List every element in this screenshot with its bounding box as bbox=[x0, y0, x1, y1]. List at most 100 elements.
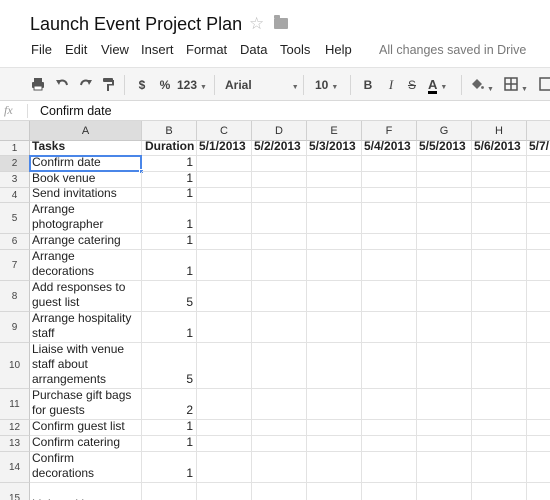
cell-h7[interactable] bbox=[472, 250, 527, 281]
cell-f10[interactable] bbox=[362, 343, 417, 389]
cell-e10[interactable] bbox=[307, 343, 362, 389]
cell-d1[interactable]: 5/2/2013 bbox=[252, 141, 307, 156]
cell-i2[interactable] bbox=[527, 156, 550, 172]
cell-c3[interactable] bbox=[197, 172, 252, 188]
cell-f13[interactable] bbox=[362, 436, 417, 452]
cell-h2[interactable] bbox=[472, 156, 527, 172]
cell-f12[interactable] bbox=[362, 420, 417, 436]
cell-c9[interactable] bbox=[197, 312, 252, 343]
text-color-button[interactable]: A ▼ bbox=[428, 77, 456, 94]
cell-g15[interactable] bbox=[417, 483, 472, 500]
cell-c5[interactable] bbox=[197, 203, 252, 234]
cell-d4[interactable] bbox=[252, 188, 307, 203]
cell-f6[interactable] bbox=[362, 234, 417, 250]
spreadsheet-grid[interactable]: ABCDEFGHI 1TasksDuration5/1/20135/2/2013… bbox=[0, 121, 550, 500]
cell-d5[interactable] bbox=[252, 203, 307, 234]
cell-d12[interactable] bbox=[252, 420, 307, 436]
cell-b15[interactable] bbox=[142, 483, 197, 500]
undo-button[interactable] bbox=[54, 77, 70, 93]
cell-f3[interactable] bbox=[362, 172, 417, 188]
cell-h12[interactable] bbox=[472, 420, 527, 436]
cell-h9[interactable] bbox=[472, 312, 527, 343]
column-header-i[interactable]: I bbox=[527, 121, 550, 141]
cell-i13[interactable] bbox=[527, 436, 550, 452]
star-icon[interactable]: ☆ bbox=[249, 14, 264, 34]
cell-a7[interactable]: Arrange decorations bbox=[30, 250, 142, 281]
cell-d2[interactable] bbox=[252, 156, 307, 172]
menu-view[interactable]: View bbox=[101, 42, 129, 57]
cell-b1[interactable]: Duration bbox=[142, 141, 197, 156]
menu-tools[interactable]: Tools bbox=[280, 42, 310, 57]
cell-c8[interactable] bbox=[197, 281, 252, 312]
menu-insert[interactable]: Insert bbox=[141, 42, 174, 57]
cell-f14[interactable] bbox=[362, 452, 417, 483]
cell-g9[interactable] bbox=[417, 312, 472, 343]
cell-g3[interactable] bbox=[417, 172, 472, 188]
menu-format[interactable]: Format bbox=[186, 42, 227, 57]
cell-a11[interactable]: Purchase gift bags for guests bbox=[30, 389, 142, 420]
cell-e3[interactable] bbox=[307, 172, 362, 188]
column-header-g[interactable]: G bbox=[417, 121, 472, 141]
cell-h5[interactable] bbox=[472, 203, 527, 234]
strikethrough-button[interactable]: S bbox=[406, 77, 418, 93]
bold-button[interactable]: B bbox=[362, 77, 374, 93]
row-header-5[interactable]: 5 bbox=[0, 203, 30, 234]
cell-f2[interactable] bbox=[362, 156, 417, 172]
row-header-2[interactable]: 2 bbox=[0, 156, 30, 172]
cell-a8[interactable]: Add responses to guest list bbox=[30, 281, 142, 312]
cell-f5[interactable] bbox=[362, 203, 417, 234]
cell-b13[interactable]: 1 bbox=[142, 436, 197, 452]
font-size-dropdown[interactable]: 10 ▼ bbox=[315, 77, 343, 93]
cell-g5[interactable] bbox=[417, 203, 472, 234]
cell-e12[interactable] bbox=[307, 420, 362, 436]
cell-d6[interactable] bbox=[252, 234, 307, 250]
cell-b4[interactable]: 1 bbox=[142, 188, 197, 203]
column-header-a[interactable]: A bbox=[30, 121, 142, 141]
cell-i6[interactable] bbox=[527, 234, 550, 250]
borders-button[interactable]: ▼ bbox=[504, 77, 536, 93]
cell-e7[interactable] bbox=[307, 250, 362, 281]
cell-g8[interactable] bbox=[417, 281, 472, 312]
cell-a4[interactable]: Send invitations bbox=[30, 188, 142, 203]
cell-f1[interactable]: 5/4/2013 bbox=[362, 141, 417, 156]
currency-format-button[interactable]: $ bbox=[136, 77, 148, 93]
redo-button[interactable] bbox=[78, 77, 94, 93]
cell-a9[interactable]: Arrange hospitality staff bbox=[30, 312, 142, 343]
menu-data[interactable]: Data bbox=[240, 42, 267, 57]
paint-format-button[interactable] bbox=[100, 77, 116, 93]
fill-color-button[interactable]: ▼ bbox=[470, 77, 500, 93]
column-header-b[interactable]: B bbox=[142, 121, 197, 141]
cell-b9[interactable]: 1 bbox=[142, 312, 197, 343]
cell-c4[interactable] bbox=[197, 188, 252, 203]
column-header-h[interactable]: H bbox=[472, 121, 527, 141]
menu-edit[interactable]: Edit bbox=[65, 42, 87, 57]
cell-i15[interactable] bbox=[527, 483, 550, 500]
row-header-12[interactable]: 12 bbox=[0, 420, 30, 436]
cell-f4[interactable] bbox=[362, 188, 417, 203]
cell-b11[interactable]: 2 bbox=[142, 389, 197, 420]
cell-c14[interactable] bbox=[197, 452, 252, 483]
document-title[interactable]: Launch Event Project Plan bbox=[30, 14, 242, 35]
cell-i8[interactable] bbox=[527, 281, 550, 312]
formula-input[interactable]: Confirm date bbox=[40, 104, 112, 118]
cell-a10[interactable]: Liaise with venue staff about arrangemen… bbox=[30, 343, 142, 389]
column-header-e[interactable]: E bbox=[307, 121, 362, 141]
column-header-f[interactable]: F bbox=[362, 121, 417, 141]
cell-d10[interactable] bbox=[252, 343, 307, 389]
merge-cells-button[interactable] bbox=[539, 77, 550, 93]
cell-e5[interactable] bbox=[307, 203, 362, 234]
cell-a6[interactable]: Arrange catering bbox=[30, 234, 142, 250]
cell-f8[interactable] bbox=[362, 281, 417, 312]
cell-a1[interactable]: Tasks bbox=[30, 141, 142, 156]
cell-f7[interactable] bbox=[362, 250, 417, 281]
cell-d13[interactable] bbox=[252, 436, 307, 452]
cell-c10[interactable] bbox=[197, 343, 252, 389]
cell-b3[interactable]: 1 bbox=[142, 172, 197, 188]
row-header-4[interactable]: 4 bbox=[0, 188, 30, 203]
cell-i14[interactable] bbox=[527, 452, 550, 483]
font-family-dropdown[interactable]: Arial ▼ bbox=[225, 77, 299, 93]
cell-g13[interactable] bbox=[417, 436, 472, 452]
row-header-14[interactable]: 14 bbox=[0, 452, 30, 483]
cell-h15[interactable] bbox=[472, 483, 527, 500]
cell-b2[interactable]: 1 bbox=[142, 156, 197, 172]
